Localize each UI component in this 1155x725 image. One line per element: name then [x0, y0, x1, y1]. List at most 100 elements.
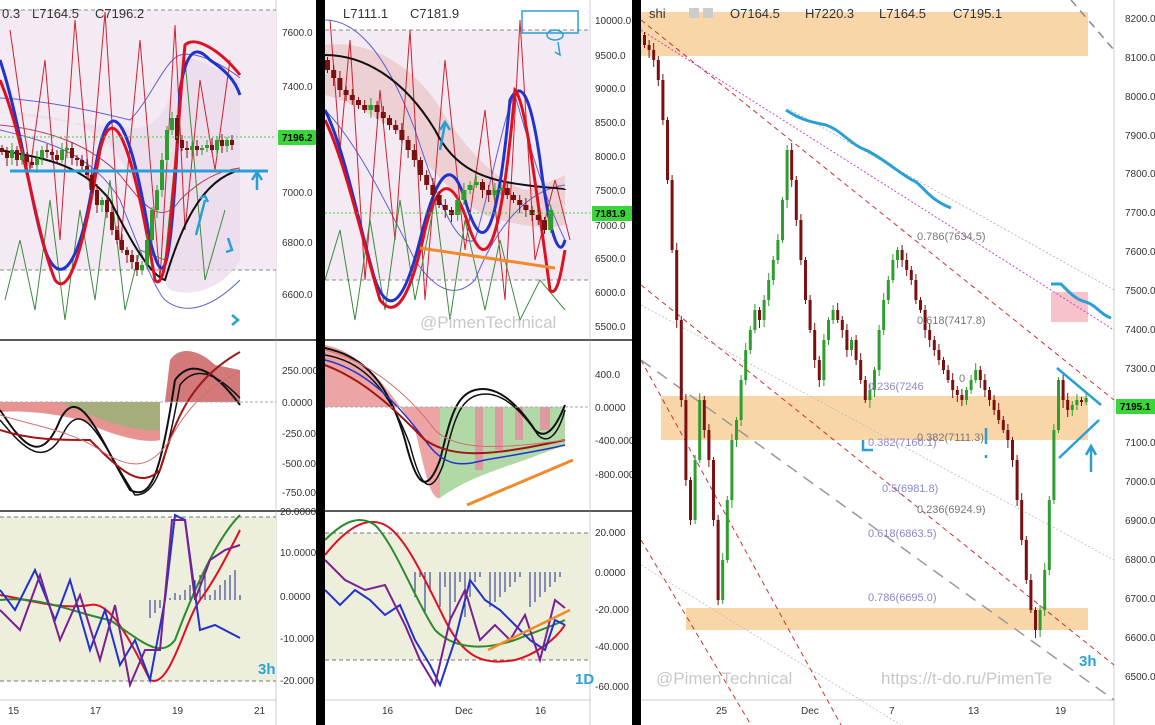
- candle-body: [905, 260, 909, 270]
- left-macd-tick: 0.0000: [282, 398, 313, 409]
- right-price-tick: 8100.0: [1125, 53, 1155, 64]
- candle-body: [758, 310, 761, 320]
- candle-body: [368, 105, 374, 110]
- candle-body: [822, 340, 826, 380]
- candle-body: [748, 330, 752, 350]
- candle-body: [160, 160, 164, 190]
- candle-body: [827, 320, 830, 340]
- candle-body: [951, 380, 955, 390]
- right-grid-icon[interactable]: [703, 8, 713, 18]
- candle-body: [896, 250, 899, 260]
- middle-osc-axis: 20.000 0.0000 -20.000 -40.000 -60.000: [595, 528, 629, 693]
- candle-body: [1038, 610, 1042, 630]
- middle-chart-svg: @PimenTechnical 10000.0 9500.0 9000.0 8500.…: [325, 0, 632, 725]
- candle-body: [689, 480, 692, 520]
- candle-body: [140, 265, 144, 270]
- fib-level-label: 0: [959, 373, 965, 385]
- candle-body: [418, 160, 423, 175]
- candle-body: [50, 152, 54, 155]
- candle-body: [325, 60, 330, 70]
- middle-price-tick: 7000.0: [595, 221, 626, 232]
- right-price-tick: 7900.0: [1125, 131, 1155, 142]
- right-price-tick: 8200.0: [1125, 14, 1155, 25]
- right-price-axis: 8200.0 8100.0 8000.0 7900.0 7800.0 7700.0 7600…: [1125, 14, 1155, 683]
- candle-body: [130, 255, 134, 262]
- candle-body: [1029, 580, 1033, 610]
- fib-level-label: 0.5(6981.8): [882, 483, 938, 495]
- right-settings-icon[interactable]: [689, 8, 699, 18]
- candle-body: [461, 190, 467, 200]
- candle-body: [909, 270, 913, 280]
- candle-body: [0, 148, 4, 152]
- candle-body: [387, 118, 392, 125]
- candle-body: [5, 152, 9, 158]
- candle-body: [647, 45, 651, 50]
- middle-price-tick: 7500.0: [595, 186, 626, 197]
- candle-body: [652, 50, 656, 60]
- candle-body: [666, 120, 669, 180]
- candle-body: [35, 158, 39, 165]
- candle-body: [744, 350, 748, 380]
- right-chart-panel[interactable]: 0.786(7634.5) 0.618(7417.8) 0.236(7246 0 0.3…: [641, 0, 1155, 725]
- left-price-badge-label: 7196.2: [282, 133, 313, 144]
- candle-body: [1047, 500, 1051, 570]
- right-price-tick: 7600.0: [1125, 247, 1155, 258]
- right-chart-svg: 0.786(7634.5) 0.618(7417.8) 0.236(7246 0 0.3…: [641, 0, 1155, 725]
- candle-body: [80, 160, 84, 166]
- candle-body: [75, 158, 79, 160]
- candle-body: [504, 188, 510, 195]
- middle-macd-tick: -400.000: [595, 436, 632, 447]
- candle-body: [702, 400, 706, 430]
- candle-body: [974, 370, 978, 380]
- candle-body: [492, 190, 498, 195]
- right-price-tick: 6800.0: [1125, 555, 1155, 566]
- candle-body: [115, 230, 119, 240]
- candle-body: [110, 212, 114, 230]
- candle-body: [1075, 400, 1079, 405]
- right-time-tick: 19: [1055, 706, 1067, 717]
- candle-body: [380, 112, 386, 118]
- middle-price-tick: 8500.0: [595, 118, 626, 129]
- candle-body: [1034, 610, 1037, 630]
- right-candles: [643, 32, 1088, 638]
- left-price-tick: 7000.0: [282, 188, 313, 199]
- candle-body: [785, 150, 789, 200]
- left-price-tick: 6800.0: [282, 238, 313, 249]
- right-header-close: C7195.1: [953, 6, 1002, 21]
- candle-body: [794, 180, 798, 220]
- right-price-tick: 6900.0: [1125, 516, 1155, 527]
- candle-body: [817, 360, 821, 380]
- middle-price-tick: 9500.0: [595, 51, 626, 62]
- right-price-tick: 7400.0: [1125, 325, 1155, 336]
- candle-body: [349, 95, 355, 100]
- right-header-open: O7164.5: [730, 6, 780, 21]
- fib-level-label: 0.236(6924.9): [917, 504, 986, 516]
- candle-body: [643, 35, 646, 45]
- right-price-tick: 6700.0: [1125, 594, 1155, 605]
- candle-body: [120, 240, 124, 250]
- candle-body: [1080, 400, 1083, 402]
- left-chart-panel[interactable]: 7600.0 7400.0 7000.0 6800.0 6600.0 7196.2 25…: [0, 0, 316, 725]
- candle-body: [776, 240, 780, 260]
- right-price-tick: 6500.0: [1125, 672, 1155, 683]
- candle-body: [331, 70, 337, 78]
- middle-chart-panel[interactable]: @PimenTechnical 10000.0 9500.0 9000.0 8500.…: [325, 0, 632, 725]
- candle-body: [767, 280, 771, 300]
- candle-body: [831, 310, 835, 320]
- candle-body: [877, 330, 881, 370]
- middle-macd-tick: 400.0: [595, 370, 620, 381]
- right-blue-resistance-curve: [785, 108, 952, 210]
- left-header-low: L7164.5: [32, 6, 79, 21]
- middle-osc-tick: 20.000: [595, 528, 626, 539]
- candle-body: [511, 195, 516, 200]
- candle-body: [988, 390, 991, 400]
- middle-osc-tick: 0.0000: [595, 568, 626, 579]
- candle-body: [781, 200, 784, 240]
- middle-macd-tick: 0.0000: [595, 403, 626, 414]
- candle-body: [1020, 500, 1024, 540]
- candle-body: [399, 130, 405, 140]
- left-time-axis: 15 17 19 21: [8, 706, 266, 717]
- left-osc-tick: -10.000: [280, 634, 314, 645]
- candle-body: [430, 185, 436, 195]
- right-watermark-right: https://t-do.ru/PimenTe: [881, 669, 1052, 688]
